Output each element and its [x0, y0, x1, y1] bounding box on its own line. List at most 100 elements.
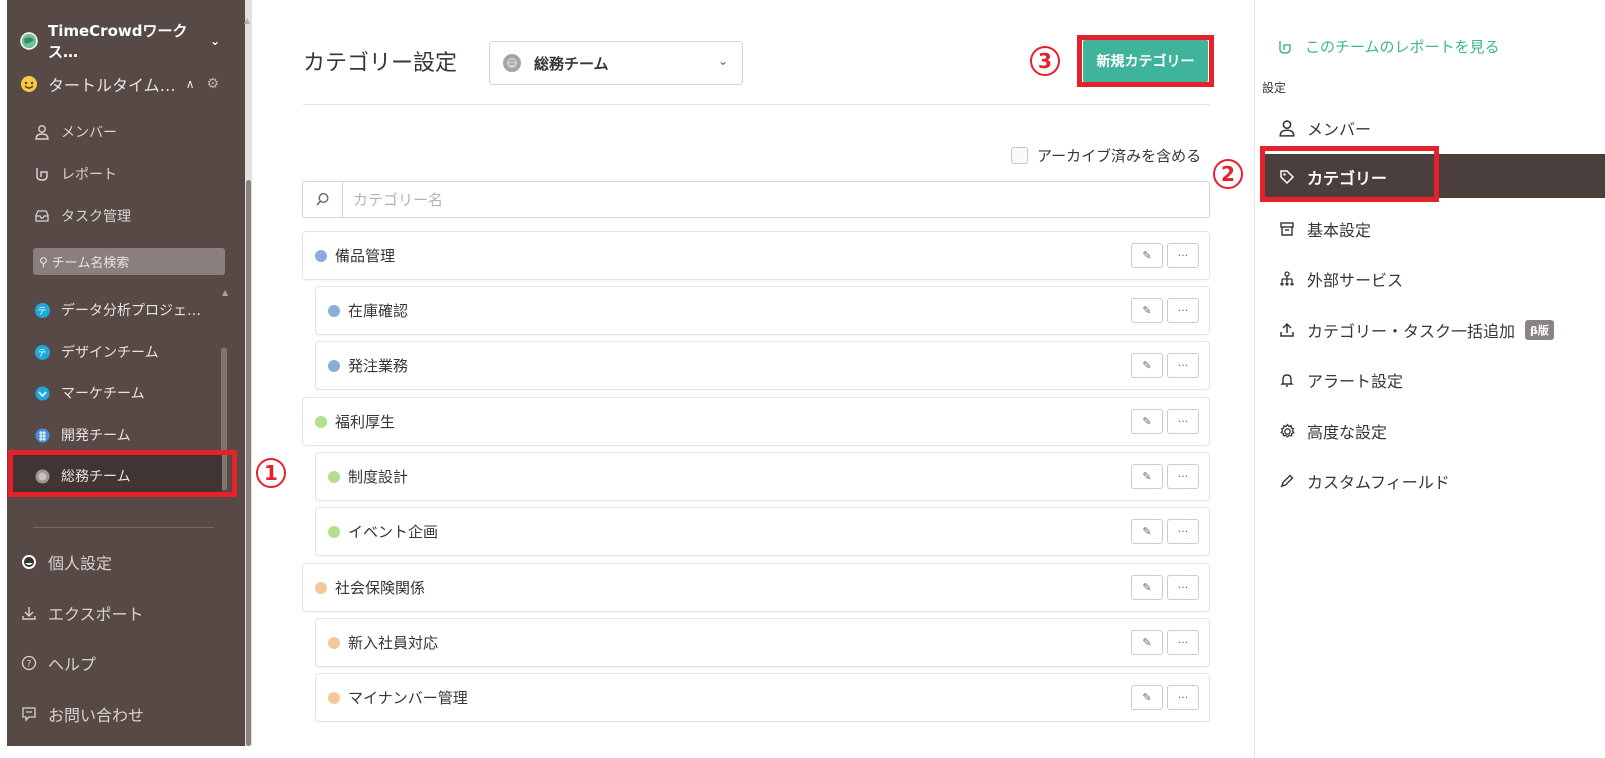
more-options-icon[interactable]: ···	[1167, 298, 1199, 323]
annotation-box-1	[8, 450, 237, 497]
bottom-item-label: エクスポート	[48, 605, 144, 624]
settings-item-custom-fields[interactable]: カスタムフィールド	[1277, 469, 1450, 493]
pencil-icon	[1277, 473, 1297, 489]
edit-pencil-icon[interactable]: ✎	[1131, 464, 1163, 489]
more-options-icon[interactable]: ···	[1167, 464, 1199, 489]
settings-item-basic[interactable]: 基本設定	[1277, 217, 1371, 241]
workspace-switcher[interactable]: TimeCrowdワークス… ⌄	[20, 20, 220, 62]
subcategory-row[interactable]: マイナンバー管理 ✎ ···	[315, 673, 1210, 722]
team-label: デザインチーム	[61, 345, 159, 361]
include-archived-checkbox[interactable]	[1011, 147, 1028, 164]
settings-item-label: 高度な設定	[1307, 423, 1388, 442]
scroll-up-icon[interactable]: ▲	[244, 16, 250, 25]
settings-item-advanced[interactable]: 高度な設定	[1277, 419, 1387, 443]
team-report-link[interactable]: このチームのレポートを見る	[1277, 36, 1500, 57]
sidebar-team-data[interactable]: テ データ分析プロジェ…	[33, 300, 213, 320]
team-avatar-icon	[33, 426, 51, 444]
sidebar-scrollbar-thumb[interactable]	[246, 180, 251, 746]
bottom-item-label: お問い合わせ	[48, 706, 145, 725]
category-label: イベント企画	[348, 523, 439, 541]
sidebar-team-dev[interactable]: 開発チーム	[33, 425, 213, 445]
category-actions: ✎ ···	[1131, 630, 1199, 655]
category-label: 社会保険関係	[335, 579, 426, 597]
more-options-icon[interactable]: ···	[1167, 243, 1199, 268]
more-options-icon[interactable]: ···	[1167, 353, 1199, 378]
category-actions: ✎ ···	[1131, 575, 1199, 600]
team-avatar-icon	[33, 384, 51, 402]
page-title: カテゴリー設定	[303, 51, 458, 76]
category-actions: ✎ ···	[1131, 685, 1199, 710]
category-color-dot	[328, 304, 340, 317]
category-label: 制度設計	[348, 468, 409, 486]
team-select[interactable]: 総務チーム ⌄	[489, 41, 743, 85]
annotation-box-2	[1260, 146, 1439, 202]
team-settings-gear-icon[interactable]: ⚙	[206, 76, 219, 92]
sidebar-export[interactable]: エクスポート	[20, 601, 220, 625]
more-options-icon[interactable]: ···	[1167, 630, 1199, 655]
gear-icon	[1277, 423, 1297, 440]
settings-item-members[interactable]: メンバー	[1277, 116, 1371, 140]
beta-badge: β版	[1525, 320, 1554, 340]
edit-pencil-icon[interactable]: ✎	[1131, 575, 1163, 600]
bell-icon	[1277, 372, 1297, 388]
edit-pencil-icon[interactable]: ✎	[1131, 298, 1163, 323]
more-options-icon[interactable]: ···	[1167, 685, 1199, 710]
category-label: 発注業務	[348, 357, 409, 375]
sidebar-item-report[interactable]: レポート	[33, 164, 213, 184]
category-actions: ✎ ···	[1131, 519, 1199, 544]
edit-pencil-icon[interactable]: ✎	[1131, 243, 1163, 268]
include-archived-toggle[interactable]: アーカイブ済みを含める	[1011, 145, 1201, 166]
current-team-toggle[interactable]: タートルタイム… ∧ ⚙	[20, 72, 230, 96]
edit-pencil-icon[interactable]: ✎	[1131, 409, 1163, 434]
sidebar-personal-settings[interactable]: 個人設定	[20, 550, 220, 574]
category-color-dot	[315, 415, 327, 428]
subcategory-row[interactable]: イベント企画 ✎ ···	[315, 507, 1210, 556]
subcategory-row[interactable]: 制度設計 ✎ ···	[315, 452, 1210, 501]
team-report-link-label: このチームのレポートを見る	[1305, 38, 1500, 56]
download-icon	[20, 604, 38, 622]
chevron-up-icon: ∧	[185, 77, 195, 91]
category-actions: ✎ ···	[1131, 464, 1199, 489]
person-icon	[33, 123, 51, 141]
more-options-icon[interactable]: ···	[1167, 519, 1199, 544]
category-search[interactable]	[302, 181, 1210, 218]
sidebar-help[interactable]: ? ヘルプ	[20, 651, 220, 675]
category-color-dot	[328, 359, 340, 372]
edit-pencil-icon[interactable]: ✎	[1131, 630, 1163, 655]
category-actions: ✎ ···	[1131, 353, 1199, 378]
sidebar-team-marketing[interactable]: マーケチーム	[33, 383, 213, 403]
settings-item-label: メンバー	[1307, 120, 1372, 139]
sidebar-team-design[interactable]: テ デザインチーム	[33, 342, 213, 362]
settings-item-external-services[interactable]: 外部サービス	[1277, 267, 1403, 291]
sidebar-item-members[interactable]: メンバー	[33, 122, 213, 142]
current-team-name: タートルタイム…	[48, 76, 176, 95]
include-archived-label: アーカイブ済みを含める	[1037, 147, 1202, 165]
team-list-scroll-up-icon[interactable]: ▲	[222, 288, 228, 297]
annotation-box-3	[1077, 35, 1214, 87]
settings-section-label: 設定	[1262, 81, 1287, 95]
report-icon	[33, 165, 51, 183]
sidebar-item-label: レポート	[61, 167, 117, 183]
edit-pencil-icon[interactable]: ✎	[1131, 685, 1163, 710]
settings-item-alerts[interactable]: アラート設定	[1277, 368, 1403, 392]
sidebar-item-tasks[interactable]: タスク管理	[33, 206, 213, 226]
box-icon	[1277, 221, 1297, 237]
category-search-input[interactable]	[343, 182, 1209, 217]
settings-item-bulk-add[interactable]: カテゴリー・タスク一括追加 β版	[1277, 318, 1554, 342]
sidebar-item-label: タスク管理	[61, 209, 131, 225]
category-actions: ✎ ···	[1131, 409, 1199, 434]
subcategory-row[interactable]: 新入社員対応 ✎ ···	[315, 618, 1210, 667]
category-row[interactable]: 備品管理 ✎ ···	[302, 231, 1210, 280]
subcategory-row[interactable]: 発注業務 ✎ ···	[315, 341, 1210, 390]
edit-pencil-icon[interactable]: ✎	[1131, 519, 1163, 544]
sidebar-contact[interactable]: お問い合わせ	[20, 702, 220, 726]
category-row[interactable]: 福利厚生 ✎ ···	[302, 397, 1210, 446]
edit-pencil-icon[interactable]: ✎	[1131, 353, 1163, 378]
team-search-input[interactable]: ⚲ チーム名検索	[33, 248, 225, 275]
more-options-icon[interactable]: ···	[1167, 575, 1199, 600]
upload-icon	[1277, 322, 1297, 338]
settings-item-label: アラート設定	[1307, 372, 1404, 391]
category-row[interactable]: 社会保険関係 ✎ ···	[302, 563, 1210, 612]
more-options-icon[interactable]: ···	[1167, 409, 1199, 434]
subcategory-row[interactable]: 在庫確認 ✎ ···	[315, 286, 1210, 335]
